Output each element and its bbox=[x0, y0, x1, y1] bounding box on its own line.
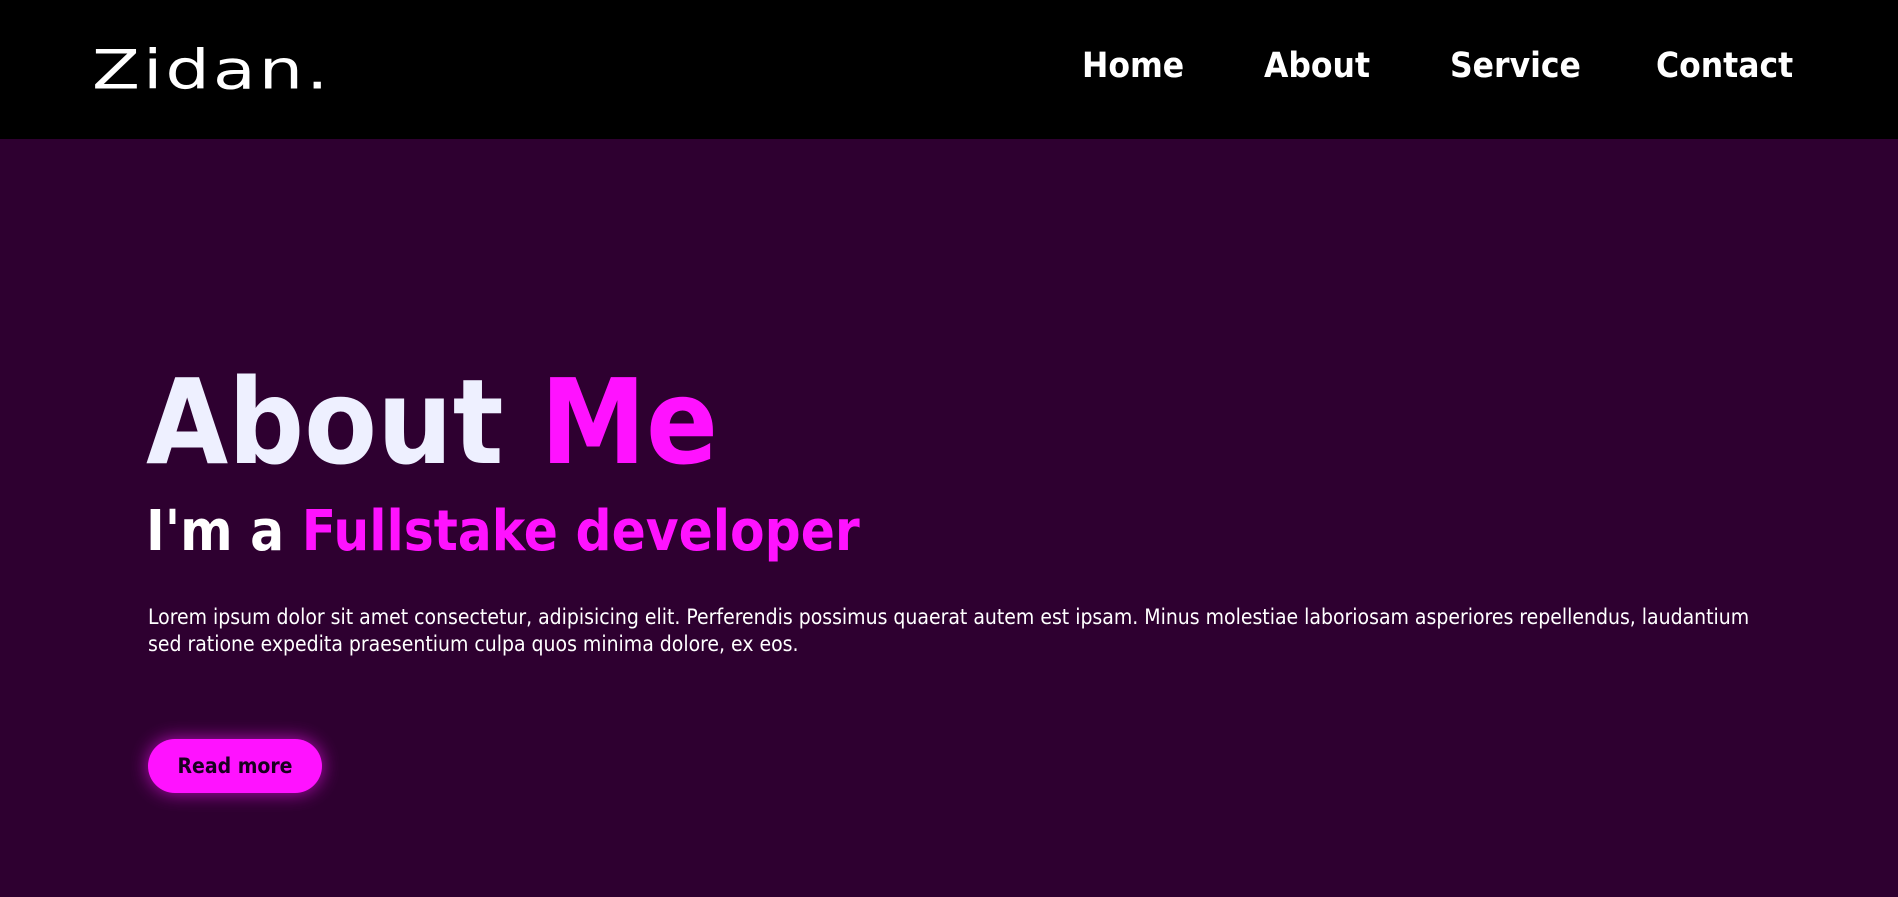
nav-link-about[interactable]: About bbox=[1264, 44, 1370, 88]
title-accent-text: Me bbox=[540, 353, 719, 491]
subtitle: I'm a Fullstake developer bbox=[146, 498, 860, 566]
about-paragraph: Lorem ipsum dolor sit amet consectetur, … bbox=[148, 605, 1750, 656]
site-logo[interactable]: Zidan. bbox=[92, 39, 331, 101]
nav-link-home[interactable]: Home bbox=[1082, 44, 1184, 88]
subtitle-accent-text: Fullstake developer bbox=[301, 499, 860, 564]
navbar: Zidan. Home About Service Contact bbox=[0, 0, 1898, 139]
subtitle-text: I'm a bbox=[146, 499, 302, 564]
page-title: About Me bbox=[146, 352, 718, 492]
read-more-button[interactable]: Read more bbox=[148, 739, 322, 793]
title-text: About bbox=[146, 353, 541, 491]
nav-link-service[interactable]: Service bbox=[1450, 44, 1581, 88]
nav-link-contact[interactable]: Contact bbox=[1656, 44, 1793, 88]
